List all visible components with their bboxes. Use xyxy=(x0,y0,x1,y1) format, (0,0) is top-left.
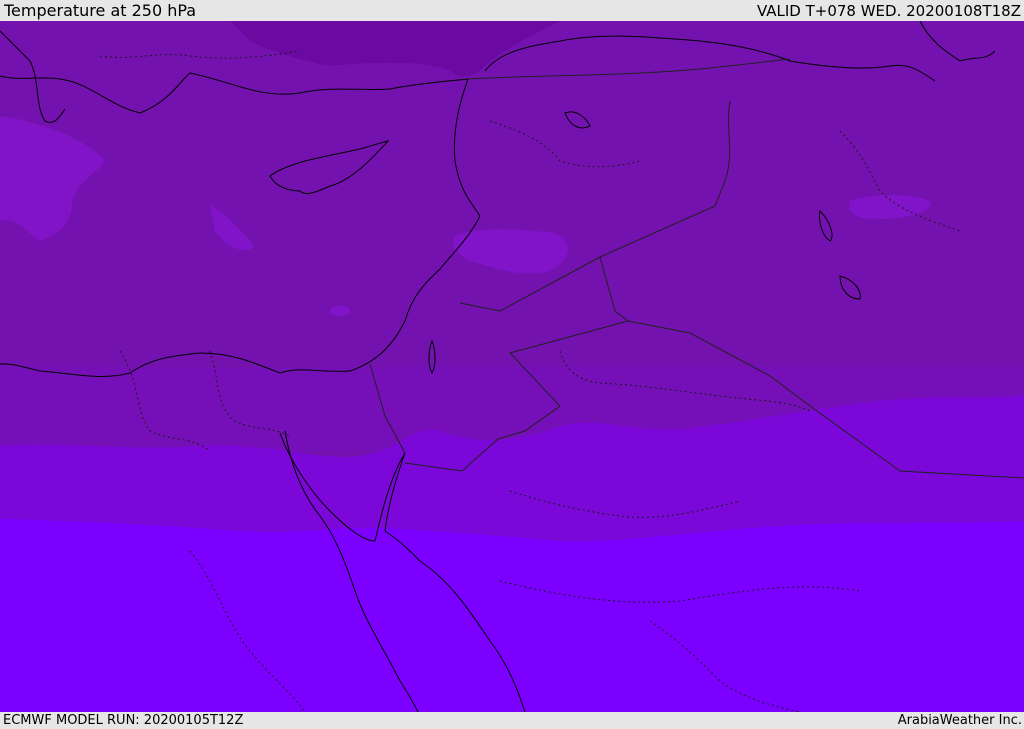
credit-label: ArabiaWeather Inc. xyxy=(897,713,1022,728)
footer-bar: ECMWF MODEL RUN: 20200105T12Z ArabiaWeat… xyxy=(0,712,1024,729)
weather-map-frame: Temperature at 250 hPa VALID T+078 WED. … xyxy=(0,0,1024,729)
valid-time: VALID T+078 WED. 20200108T18Z xyxy=(756,2,1021,20)
temperature-patch xyxy=(330,306,350,316)
map-title: Temperature at 250 hPa xyxy=(4,1,197,20)
temperature-map xyxy=(0,21,1024,712)
model-run-label: ECMWF MODEL RUN: 20200105T12Z xyxy=(3,713,244,728)
header-bar: Temperature at 250 hPa VALID T+078 WED. … xyxy=(0,0,1024,21)
temperature-band-warmest xyxy=(0,519,1024,712)
temperature-map-svg xyxy=(0,21,1024,712)
